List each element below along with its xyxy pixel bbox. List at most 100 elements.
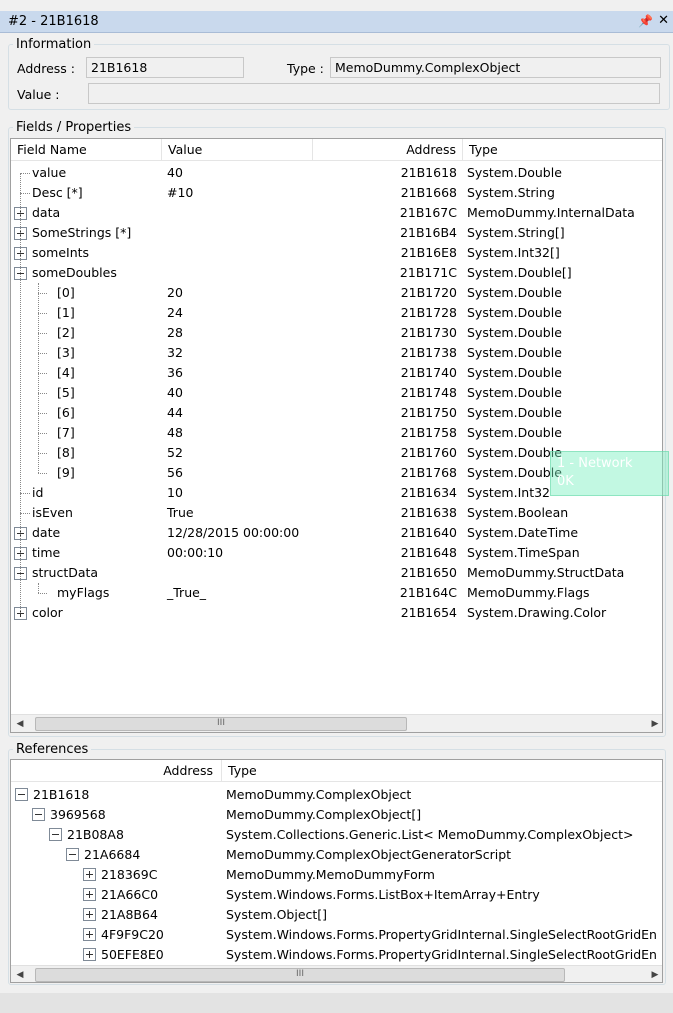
field-name: structData <box>32 565 99 580</box>
field-value: 28 <box>167 325 183 340</box>
field-address: 21B1748 <box>400 385 457 400</box>
reference-row[interactable]: 3969568 MemoDummy.ComplexObject[] <box>11 805 662 825</box>
field-row[interactable]: isEven True 21B1638 System.Boolean <box>11 503 662 523</box>
reference-row[interactable]: 21A8B64 System.Object[] <box>11 905 662 925</box>
reference-type: System.Windows.Forms.PropertyGridInterna… <box>226 947 657 962</box>
reference-row[interactable]: 21A6684 MemoDummy.ComplexObjectGeneratorS… <box>11 845 662 865</box>
scroll-right-arrow-icon[interactable]: ▶ <box>646 715 662 732</box>
field-row[interactable]: value 40 21B1618 System.Double <box>11 163 662 183</box>
collapse-icon[interactable] <box>32 808 45 821</box>
tree-connector <box>38 373 47 374</box>
field-type: System.String[] <box>467 225 565 240</box>
reference-address: 21A6684 <box>84 847 141 862</box>
scroll-left-arrow-icon[interactable]: ◀ <box>11 715 29 732</box>
field-value: 40 <box>167 385 183 400</box>
collapse-icon[interactable] <box>49 828 62 841</box>
field-row[interactable]: [7] 48 21B1758 System.Double <box>11 423 662 443</box>
collapse-icon[interactable] <box>66 848 79 861</box>
field-type: System.Double <box>467 165 562 180</box>
field-type: System.Double <box>467 465 562 480</box>
field-name: date <box>32 525 61 540</box>
field-name: time <box>32 545 61 560</box>
tree-connector <box>20 493 30 494</box>
tree-connector <box>38 333 47 334</box>
close-icon[interactable]: ✕ <box>658 13 669 28</box>
field-row[interactable]: [4] 36 21B1740 System.Double <box>11 363 662 383</box>
tree-connector <box>38 593 47 594</box>
field-row[interactable]: [1] 24 21B1728 System.Double <box>11 303 662 323</box>
field-type: System.Double <box>467 385 562 400</box>
tree-connector <box>20 193 30 194</box>
column-header-ref-address[interactable]: Address <box>11 760 222 782</box>
field-row[interactable]: [5] 40 21B1748 System.Double <box>11 383 662 403</box>
reference-row[interactable]: 218369C MemoDummy.MemoDummyForm <box>11 865 662 885</box>
field-type: System.Int32[] <box>467 245 560 260</box>
field-name: isEven <box>32 505 73 520</box>
reference-row[interactable]: 4F9F9C20 System.Windows.Forms.PropertyGri… <box>11 925 662 945</box>
field-name: someDoubles <box>32 265 117 280</box>
scroll-right-arrow-icon[interactable]: ▶ <box>646 966 662 982</box>
expand-icon[interactable] <box>83 868 96 881</box>
field-row[interactable]: data 21B167C MemoDummy.InternalData <box>11 203 662 223</box>
column-header-field-name[interactable]: Field Name <box>11 139 162 161</box>
expand-icon[interactable] <box>83 888 96 901</box>
field-address: 21B1768 <box>400 465 457 480</box>
field-row[interactable]: color 21B1654 System.Drawing.Color <box>11 603 662 623</box>
field-row[interactable]: [3] 32 21B1738 System.Double <box>11 343 662 363</box>
field-row[interactable]: [2] 28 21B1730 System.Double <box>11 323 662 343</box>
expand-icon[interactable] <box>83 928 96 941</box>
reference-row[interactable]: 21B1618 MemoDummy.ComplexObject <box>11 785 662 805</box>
references-horizontal-scrollbar[interactable]: ◀ III ▶ <box>11 965 662 982</box>
field-value: 32 <box>167 345 183 360</box>
reference-address: 3969568 <box>50 807 106 822</box>
collapse-icon[interactable] <box>15 788 28 801</box>
pin-icon[interactable]: 📌 <box>638 14 653 28</box>
column-header-address[interactable]: Address <box>313 139 463 161</box>
type-field[interactable]: MemoDummy.ComplexObject <box>330 57 661 78</box>
field-name: [8] <box>57 445 75 460</box>
tooltip-line-1: 1 - Network <box>557 456 633 471</box>
field-row[interactable]: structData 21B1650 MemoDummy.StructData <box>11 563 662 583</box>
reference-type: System.Collections.Generic.List< MemoDum… <box>226 827 634 842</box>
scroll-thumb[interactable]: III <box>35 968 565 982</box>
address-label: Address : <box>17 61 75 76</box>
scroll-thumb[interactable]: III <box>35 717 407 731</box>
field-address: 21B171C <box>399 265 457 280</box>
field-type: System.Double <box>467 285 562 300</box>
field-name: value <box>32 165 67 180</box>
scroll-left-arrow-icon[interactable]: ◀ <box>11 966 29 982</box>
reference-type: System.Windows.Forms.PropertyGridInterna… <box>226 927 657 942</box>
field-row[interactable]: myFlags _True_ 21B164C MemoDummy.Flags <box>11 583 662 603</box>
field-address: 21B1618 <box>400 165 457 180</box>
reference-row[interactable]: 50EFE8E0 System.Windows.Forms.PropertyGri… <box>11 945 662 965</box>
field-value: _True_ <box>167 585 207 600</box>
field-type: MemoDummy.StructData <box>467 565 625 580</box>
field-row[interactable]: someInts 21B16E8 System.Int32[] <box>11 243 662 263</box>
value-field[interactable] <box>88 83 660 104</box>
field-row[interactable]: date 12/28/2015 00:00:00 21B1640 System.Dat… <box>11 523 662 543</box>
expand-icon[interactable] <box>83 908 96 921</box>
field-row[interactable]: Desc [*] #10 21B1668 System.String <box>11 183 662 203</box>
tree-connector <box>20 173 30 174</box>
fields-header: Field Name Value Address Type <box>11 139 662 161</box>
field-type: System.Double[] <box>467 265 572 280</box>
field-name: [1] <box>57 305 75 320</box>
field-row[interactable]: [6] 44 21B1750 System.Double <box>11 403 662 423</box>
column-header-value[interactable]: Value <box>162 139 313 161</box>
field-row[interactable]: someDoubles 21B171C System.Double[] <box>11 263 662 283</box>
column-header-ref-type[interactable]: Type <box>222 760 662 782</box>
field-row[interactable]: SomeStrings [*] 21B16B4 System.String[] <box>11 223 662 243</box>
reference-row[interactable]: 21B08A8 System.Collections.Generic.List< … <box>11 825 662 845</box>
column-header-type[interactable]: Type <box>463 139 662 161</box>
expand-icon[interactable] <box>83 948 96 961</box>
field-row[interactable]: [0] 20 21B1720 System.Double <box>11 283 662 303</box>
fields-horizontal-scrollbar[interactable]: ◀ III ▶ <box>11 714 662 732</box>
tree-connector <box>38 283 39 473</box>
address-field[interactable]: 21B1618 <box>86 57 244 78</box>
reference-row[interactable]: 21A66C0 System.Windows.Forms.ListBox+Item… <box>11 885 662 905</box>
field-row[interactable]: time 00:00:10 21B1648 System.TimeSpan <box>11 543 662 563</box>
field-name: [2] <box>57 325 75 340</box>
references-treelist[interactable]: Address Type 21B1618 MemoDummy.ComplexObj… <box>10 759 663 983</box>
fields-treelist[interactable]: Field Name Value Address Type value 40 21B… <box>10 138 663 733</box>
field-address: 21B1650 <box>400 565 457 580</box>
